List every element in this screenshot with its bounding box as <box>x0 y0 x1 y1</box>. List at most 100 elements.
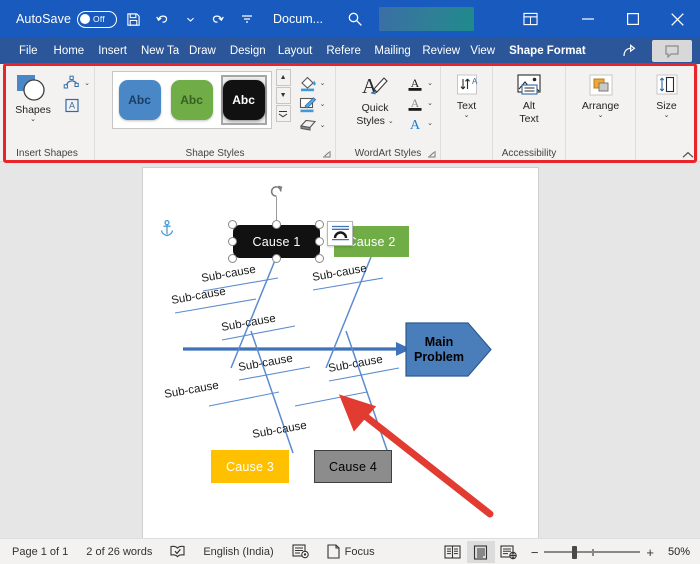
zoom-out-button[interactable]: − <box>531 545 539 560</box>
sub-cause-label: Sub-cause <box>200 264 256 285</box>
shape-style-swatch-black-selected[interactable]: Abc <box>220 75 267 125</box>
autosave-control[interactable]: AutoSave Off <box>16 10 118 28</box>
tab-draw[interactable]: Draw <box>182 38 223 64</box>
accessibility-checker-icon[interactable] <box>283 539 318 564</box>
wordart-quick-styles-button[interactable]: A Quick Styles ⌄ <box>347 69 403 127</box>
close-icon[interactable] <box>655 0 700 38</box>
comments-icon[interactable] <box>652 40 692 62</box>
status-word-count[interactable]: 2 of 26 words <box>77 539 161 564</box>
gallery-scroll-down-icon[interactable]: ▼ <box>275 87 291 104</box>
document-canvas[interactable]: Sub-cause Sub-cause Sub-cause Sub-cause … <box>0 162 700 538</box>
shape-styles-dialog-launcher-icon[interactable] <box>322 150 331 159</box>
shape-fill-button[interactable]: ⌄ <box>298 74 326 92</box>
text-effects-caret-icon[interactable]: ⌄ <box>427 119 433 127</box>
focus-mode-button[interactable]: Focus <box>318 539 384 564</box>
selection-handle-top-right[interactable] <box>315 220 324 229</box>
tab-mailings[interactable]: Mailing <box>367 38 415 64</box>
sub-cause-label: Sub-cause <box>170 286 226 307</box>
tab-view[interactable]: View <box>463 38 502 64</box>
selection-handle-top-center[interactable] <box>272 220 281 229</box>
selection-handle-middle-right[interactable] <box>315 237 324 246</box>
redo-icon[interactable] <box>203 5 231 33</box>
text-outline-button[interactable]: A ⌄ <box>405 94 433 112</box>
save-icon[interactable] <box>119 5 147 33</box>
selection-handle-bottom-right[interactable] <box>315 254 324 263</box>
undo-icon[interactable] <box>149 5 177 33</box>
wordart-styles-dialog-launcher-icon[interactable] <box>427 150 436 159</box>
selection-handle-middle-left[interactable] <box>228 237 237 246</box>
shape-outline-caret-icon[interactable]: ⌄ <box>320 100 326 108</box>
autosave-label: AutoSave <box>16 12 72 26</box>
zoom-slider-thumb[interactable] <box>572 545 578 559</box>
shape-fill-caret-icon[interactable]: ⌄ <box>320 79 326 87</box>
zoom-control[interactable]: − + 50% <box>531 545 694 560</box>
draw-text-box-button[interactable]: A <box>62 96 90 114</box>
shape-cause-3[interactable]: Cause 3 <box>211 450 289 483</box>
alt-text-label-1: Alt <box>522 100 536 112</box>
text-fill-caret-icon[interactable]: ⌄ <box>427 79 433 87</box>
wordart-quick-styles-icon: A <box>358 73 392 101</box>
shape-style-swatch-black-label: Abc <box>222 80 265 120</box>
tab-shape-format[interactable]: Shape Format <box>502 38 593 64</box>
read-mode-icon[interactable] <box>439 541 467 563</box>
arrange-button[interactable]: Arrange ⌄ <box>570 69 632 120</box>
text-fill-icon: A <box>405 74 425 92</box>
shape-styles-gallery[interactable]: Abc Abc Abc <box>111 71 272 129</box>
search-icon[interactable] <box>341 5 369 33</box>
collapse-ribbon-icon[interactable] <box>682 151 694 159</box>
tab-references[interactable]: Refere <box>319 38 367 64</box>
shapes-button-caret-icon[interactable]: ⌄ <box>30 116 36 124</box>
size-button[interactable]: Size ⌄ <box>642 69 692 120</box>
shapes-button[interactable]: Shapes ⌄ <box>8 69 58 124</box>
autosave-toggle[interactable]: Off <box>77 10 118 28</box>
alt-text-button[interactable]: Alt Text <box>504 69 554 125</box>
edit-shape-caret-icon[interactable]: ⌄ <box>84 79 90 87</box>
proofing-errors-icon[interactable] <box>161 539 194 564</box>
tab-home[interactable]: Home <box>47 38 92 64</box>
gallery-scroll-up-icon[interactable]: ▲ <box>275 69 291 86</box>
gallery-more-icon[interactable] <box>275 105 291 122</box>
shape-style-swatch-green[interactable]: Abc <box>169 75 215 125</box>
main-problem-label[interactable]: Main Problem <box>406 323 486 376</box>
shape-outline-button[interactable]: ⌄ <box>298 95 326 113</box>
zoom-level-label[interactable]: 50% <box>660 546 690 558</box>
shape-effects-button[interactable]: ⌄ <box>298 116 326 134</box>
layout-options-icon[interactable] <box>327 221 353 246</box>
selection-handle-top-left[interactable] <box>228 220 237 229</box>
tab-design[interactable]: Design <box>223 38 271 64</box>
rotate-handle-icon[interactable] <box>269 184 283 198</box>
status-language[interactable]: English (India) <box>194 539 282 564</box>
text-direction-button[interactable]: A Text ⌄ <box>442 69 492 120</box>
selection-handle-bottom-center[interactable] <box>272 254 281 263</box>
text-button-caret-icon[interactable]: ⌄ <box>464 112 470 120</box>
arrange-button-caret-icon[interactable]: ⌄ <box>598 112 604 120</box>
shape-styles-group-label: Shape Styles <box>95 144 335 162</box>
web-layout-icon[interactable] <box>495 541 523 563</box>
zoom-in-button[interactable]: + <box>646 545 654 560</box>
text-fill-button[interactable]: A ⌄ <box>405 74 433 92</box>
tab-new-tab[interactable]: New Ta <box>134 38 182 64</box>
wordart-quick-styles-caret-icon[interactable]: ⌄ <box>388 116 394 127</box>
edit-shape-button[interactable]: ⌄ <box>62 74 90 92</box>
undo-dropdown-caret-icon[interactable] <box>179 5 201 33</box>
print-layout-icon[interactable] <box>466 541 495 563</box>
shape-style-swatch-blue[interactable]: Abc <box>117 75 163 125</box>
tab-layout[interactable]: Layout <box>271 38 320 64</box>
text-effects-button[interactable]: A ⌄ <box>405 114 433 132</box>
text-outline-caret-icon[interactable]: ⌄ <box>427 99 433 107</box>
selection-handle-bottom-left[interactable] <box>228 254 237 263</box>
minimize-icon[interactable] <box>565 0 610 38</box>
wordart-quick-styles-label-1: Quick <box>361 102 389 114</box>
tab-review[interactable]: Review <box>415 38 463 64</box>
status-page-number[interactable]: Page 1 of 1 <box>0 539 77 564</box>
customize-quick-access-icon[interactable] <box>233 5 261 33</box>
ribbon-group-shape-styles: Abc Abc Abc ▲ ▼ ⌄ ⌄ ⌄ Shape Styles <box>95 64 336 162</box>
size-button-caret-icon[interactable]: ⌄ <box>664 112 670 120</box>
zoom-slider[interactable] <box>544 545 641 559</box>
shape-effects-caret-icon[interactable]: ⌄ <box>320 121 326 129</box>
ribbon-display-options-icon[interactable] <box>508 0 553 38</box>
maximize-icon[interactable] <box>610 0 655 38</box>
share-icon[interactable] <box>612 38 646 64</box>
tab-insert[interactable]: Insert <box>91 38 134 64</box>
tab-file[interactable]: File <box>10 38 47 64</box>
